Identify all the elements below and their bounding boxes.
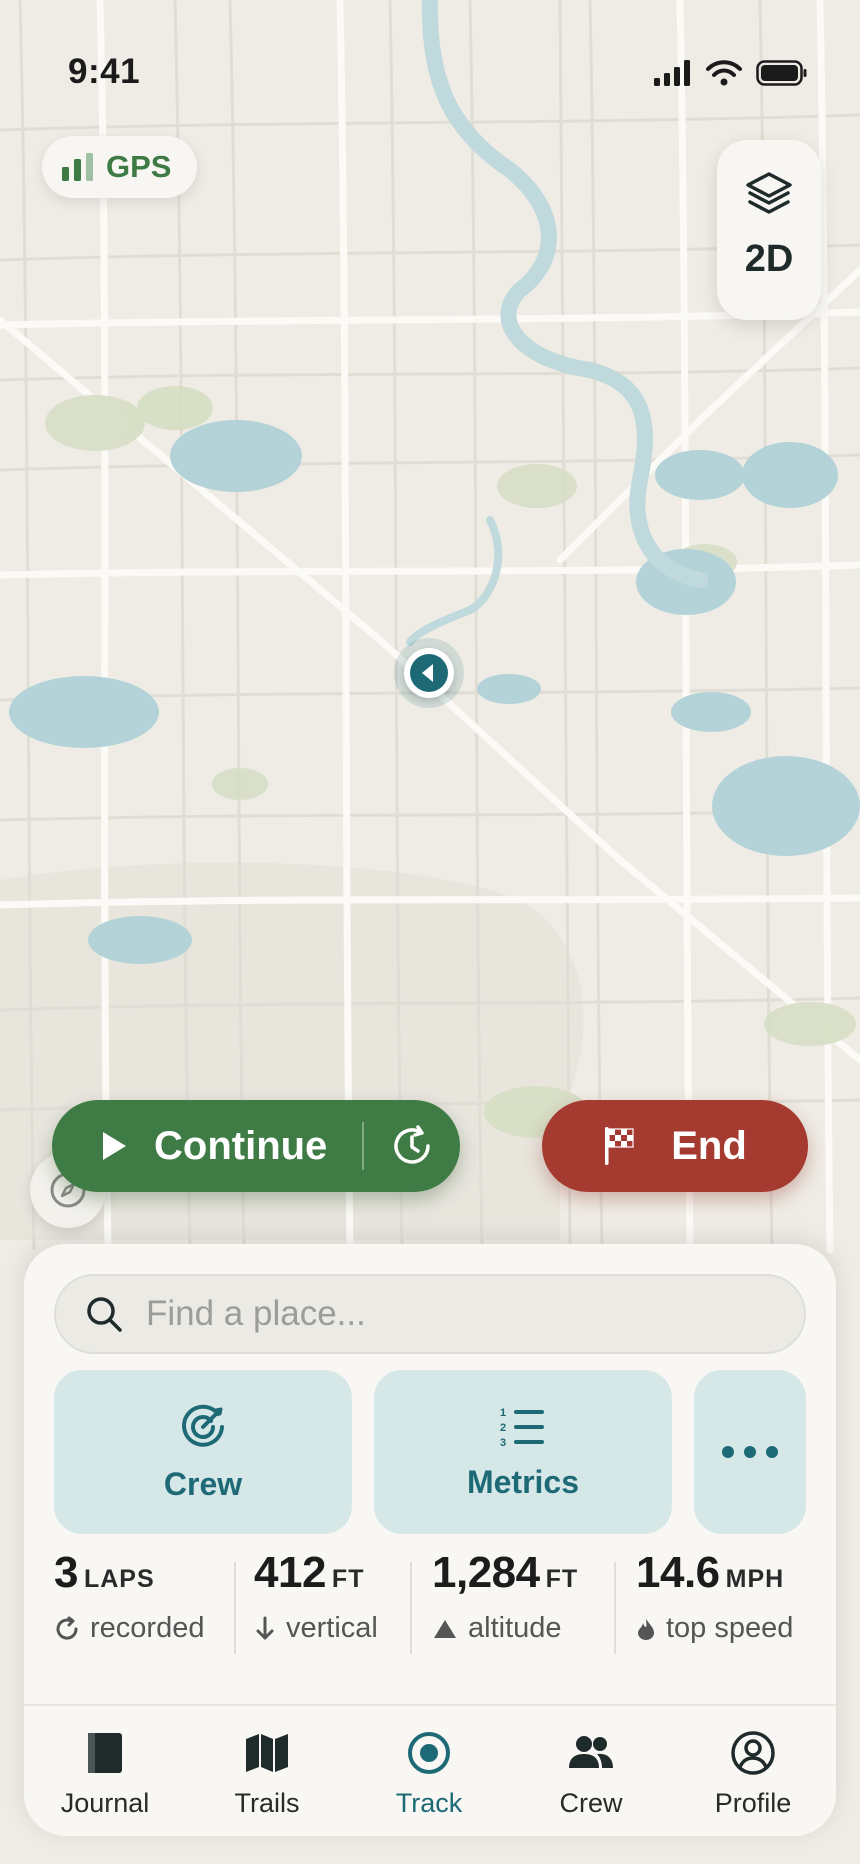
stat-vertical: 412 FT vertical — [254, 1548, 378, 1676]
track-icon — [408, 1732, 450, 1774]
end-button[interactable]: End — [542, 1100, 808, 1192]
mountain-icon — [434, 1619, 456, 1638]
stat-top-speed: 14.6 MPH top speed — [636, 1548, 793, 1676]
tab-label: Journal — [60, 1788, 150, 1818]
stat-laps: 3 LAPS recorded — [54, 1548, 204, 1676]
stat-unit: MPH — [725, 1565, 785, 1593]
history-icon — [394, 1125, 430, 1164]
crew-tile-label: Crew — [163, 1465, 243, 1502]
continue-button-group: Continue — [52, 1100, 460, 1192]
stat-sub-label: recorded — [90, 1612, 205, 1644]
gps-label: GPS — [106, 149, 172, 184]
gps-signal-icon — [62, 153, 93, 181]
stat-divider — [410, 1562, 412, 1654]
screen: 9:41 GPS 2D Continue End Find a place...… — [0, 0, 860, 1864]
battery-icon — [756, 60, 807, 86]
play-icon — [103, 1132, 126, 1160]
search-icon — [87, 1297, 122, 1332]
metrics-tile[interactable]: 1 2 3 Metrics — [374, 1370, 672, 1534]
refresh-icon — [56, 1616, 78, 1640]
people-icon — [569, 1736, 613, 1768]
continue-label: Continue — [154, 1123, 328, 1168]
quick-actions: Crew 1 2 3 Metrics — [54, 1370, 806, 1534]
status-icons — [654, 60, 808, 86]
tab-crew[interactable]: Crew — [510, 1706, 672, 1836]
stat-divider — [614, 1562, 616, 1654]
tab-label: Profile — [714, 1788, 792, 1818]
end-label: End — [671, 1123, 747, 1168]
stat-value: 14.6 — [636, 1548, 720, 1597]
wifi-icon — [706, 60, 742, 86]
layers-icon — [746, 172, 792, 214]
svg-text:1: 1 — [500, 1407, 506, 1419]
map-icon — [246, 1734, 288, 1772]
search-bar[interactable] — [54, 1274, 806, 1354]
history-button[interactable] — [364, 1100, 460, 1192]
svg-text:3: 3 — [500, 1437, 506, 1449]
stat-unit: FT — [331, 1565, 365, 1593]
status-bar: 9:41 — [0, 0, 860, 130]
layers-button[interactable] — [739, 164, 799, 224]
status-time: 9:41 — [68, 52, 141, 91]
tab-track[interactable]: Track — [348, 1706, 510, 1836]
location-arrow-icon — [410, 654, 448, 692]
tab-journal[interactable]: Journal — [24, 1706, 186, 1836]
stat-divider — [234, 1562, 236, 1654]
stat-value: 1,284 — [432, 1548, 540, 1597]
tab-label: Track — [395, 1788, 463, 1818]
tab-label: Crew — [559, 1788, 623, 1818]
stat-value: 412 — [254, 1548, 326, 1597]
stats-row: 3 LAPS recorded 412 FT vertical 1,284 FT… — [24, 1548, 836, 1676]
bottom-sheet: Crew 1 2 3 Metrics — [24, 1244, 836, 1836]
stat-sub-label: vertical — [286, 1612, 378, 1644]
tab-trails[interactable]: Trails — [186, 1706, 348, 1836]
stat-unit: FT — [545, 1565, 579, 1593]
flame-icon — [638, 1618, 654, 1640]
stat-altitude: 1,284 FT altitude — [432, 1548, 578, 1676]
stat-sub-label: altitude — [468, 1612, 562, 1644]
stat-sub-label: top speed — [666, 1612, 794, 1644]
gps-status-chip[interactable]: GPS — [42, 136, 198, 198]
tab-profile[interactable]: Profile — [672, 1706, 834, 1836]
stat-unit: LAPS — [83, 1565, 155, 1593]
profile-icon — [731, 1731, 775, 1775]
svg-text:2: 2 — [500, 1422, 506, 1434]
crew-tile[interactable]: Crew — [54, 1370, 352, 1534]
tab-bar: Journal Trails Track Crew Profile — [24, 1704, 836, 1836]
map-mode-toggle[interactable]: 2D — [745, 238, 794, 281]
journal-icon — [88, 1733, 122, 1773]
arrow-down-icon — [256, 1616, 274, 1639]
stat-value: 3 — [54, 1548, 78, 1597]
target-icon — [182, 1404, 224, 1447]
search-input[interactable] — [144, 1293, 748, 1335]
tab-label: Trails — [234, 1788, 300, 1818]
more-icon — [722, 1446, 778, 1458]
map-controls: 2D — [717, 140, 821, 320]
current-location-marker[interactable] — [404, 648, 454, 698]
more-tile[interactable] — [694, 1370, 806, 1534]
continue-button[interactable]: Continue — [52, 1100, 362, 1192]
metrics-tile-label: Metrics — [466, 1463, 580, 1500]
cellular-signal-icon — [654, 60, 690, 86]
numbered-list-icon: 1 2 3 — [500, 1407, 544, 1449]
checkered-flag-icon — [605, 1127, 634, 1165]
